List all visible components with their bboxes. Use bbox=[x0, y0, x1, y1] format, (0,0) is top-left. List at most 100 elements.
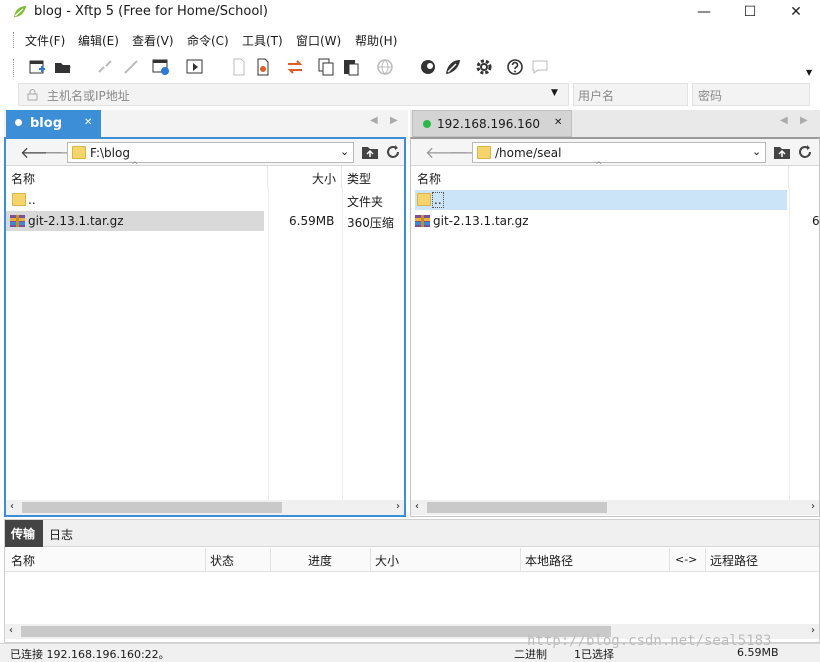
parent-folder-icon[interactable] bbox=[361, 144, 379, 160]
column-divider bbox=[268, 188, 269, 503]
column-direction-header[interactable]: <-> bbox=[675, 553, 697, 566]
host-address-field[interactable]: 主机名或IP地址 ▼ bbox=[18, 83, 569, 106]
horizontal-scrollbar[interactable]: ‹ › bbox=[411, 500, 819, 515]
tab-prev-icon[interactable]: ◀ bbox=[780, 115, 788, 126]
horizontal-scrollbar[interactable]: ‹ › bbox=[6, 500, 404, 515]
tab-remote[interactable]: 192.168.196.160 ✕ bbox=[412, 110, 572, 137]
column-name-header[interactable]: 名称 ^ bbox=[411, 161, 789, 188]
scrollbar-thumb[interactable] bbox=[21, 626, 611, 637]
tab-prev-icon[interactable]: ◀ bbox=[370, 115, 378, 126]
disconnect-icon[interactable] bbox=[95, 57, 115, 77]
paste-icon[interactable] bbox=[341, 57, 361, 77]
remote-path-text: /home/seal bbox=[495, 146, 562, 160]
toolbar-overflow-icon[interactable]: ▼ bbox=[806, 68, 812, 77]
help-icon[interactable] bbox=[505, 57, 525, 77]
file-name: .. bbox=[28, 193, 36, 207]
tab-next-icon[interactable]: ▶ bbox=[390, 115, 398, 126]
column-divider bbox=[342, 188, 343, 503]
file-type: 360压缩 bbox=[347, 216, 394, 230]
host-dropdown-icon[interactable]: ▼ bbox=[551, 88, 558, 98]
scroll-left-icon[interactable]: ‹ bbox=[10, 501, 14, 512]
local-path-input[interactable]: F:\blog ⌄ bbox=[67, 142, 354, 163]
tab-transfer[interactable]: 传输 bbox=[5, 520, 43, 547]
scroll-right-icon[interactable]: › bbox=[396, 501, 400, 512]
tab-label: 192.168.196.160 bbox=[437, 117, 541, 131]
new-file-red-icon[interactable] bbox=[253, 57, 273, 77]
local-path-text: F:\blog bbox=[90, 146, 130, 160]
open-folder-icon[interactable] bbox=[53, 57, 73, 77]
tab-blog[interactable]: blog ✕ bbox=[6, 110, 101, 137]
globe-icon[interactable] bbox=[375, 57, 395, 77]
column-label: 大小 bbox=[311, 172, 336, 186]
remote-path-input[interactable]: /home/seal ⌄ bbox=[472, 142, 766, 163]
minimize-button[interactable]: — bbox=[681, 0, 727, 25]
tab-close-icon[interactable]: ✕ bbox=[84, 117, 92, 128]
lock-icon bbox=[27, 89, 38, 101]
scroll-right-icon[interactable]: › bbox=[811, 501, 815, 512]
column-divider bbox=[520, 548, 521, 572]
refresh-icon[interactable] bbox=[796, 144, 814, 161]
menu-help[interactable]: 帮助(H) bbox=[355, 32, 397, 49]
menu-edit[interactable]: 编辑(E) bbox=[78, 32, 119, 49]
scrollbar-thumb[interactable] bbox=[22, 502, 282, 513]
column-label: 名称 bbox=[11, 172, 36, 186]
path-dropdown-icon[interactable]: ⌄ bbox=[752, 145, 761, 158]
menu-grip bbox=[13, 32, 15, 48]
column-label: 名称 bbox=[417, 172, 442, 186]
menu-command[interactable]: 命令(C) bbox=[187, 32, 229, 49]
table-row[interactable]: .. bbox=[411, 190, 789, 210]
table-row[interactable]: git-2.13.1.tar.gz bbox=[411, 211, 789, 231]
transfer-tab-strip: 传输 日志 bbox=[5, 520, 819, 547]
xftp-icon[interactable] bbox=[443, 57, 463, 77]
new-session-icon[interactable] bbox=[27, 57, 47, 77]
column-divider bbox=[205, 548, 206, 572]
xshell-icon[interactable] bbox=[418, 57, 438, 77]
copy-icon[interactable] bbox=[316, 57, 336, 77]
scroll-left-icon[interactable]: ‹ bbox=[415, 501, 419, 512]
tab-close-icon[interactable]: ✕ bbox=[554, 117, 562, 128]
chat-icon[interactable] bbox=[530, 57, 550, 77]
password-field[interactable]: 密码 bbox=[692, 83, 810, 106]
maximize-button[interactable]: ☐ bbox=[727, 0, 773, 25]
file-size-clipped: 6 bbox=[812, 214, 820, 228]
parent-folder-icon[interactable] bbox=[773, 144, 791, 160]
settings-icon[interactable] bbox=[474, 57, 494, 77]
transfer-icon[interactable] bbox=[285, 57, 305, 77]
connected-status-dot bbox=[423, 120, 431, 128]
tab-log[interactable]: 日志 bbox=[49, 526, 73, 543]
scrollbar-thumb[interactable] bbox=[427, 502, 607, 513]
column-type-header[interactable]: 类型 bbox=[342, 166, 406, 188]
column-label: 类型 bbox=[347, 172, 372, 186]
column-progress-header[interactable]: 进度 bbox=[308, 552, 332, 569]
watermark-text: http://blog.csdn.net/seal5183 bbox=[527, 633, 772, 649]
file-name: .. bbox=[432, 192, 444, 208]
new-file-icon[interactable] bbox=[229, 57, 249, 77]
column-size-header[interactable]: 大小 bbox=[268, 166, 342, 188]
path-dropdown-icon[interactable]: ⌄ bbox=[340, 145, 349, 158]
session-properties-icon[interactable] bbox=[151, 57, 171, 77]
column-name-header[interactable]: 名称 bbox=[11, 552, 35, 569]
tab-next-icon[interactable]: ▶ bbox=[800, 115, 808, 126]
column-size-header[interactable]: 大小 bbox=[375, 552, 399, 569]
column-name-header[interactable]: 名称 ^ bbox=[6, 161, 268, 188]
menu-tools[interactable]: 工具(T) bbox=[242, 32, 283, 49]
window-title: blog - Xftp 5 (Free for Home/School) bbox=[34, 4, 268, 19]
menu-file[interactable]: 文件(F) bbox=[25, 32, 65, 49]
run-icon[interactable] bbox=[185, 57, 205, 77]
column-local-path-header[interactable]: 本地路径 bbox=[525, 552, 573, 569]
close-button[interactable]: ✕ bbox=[773, 0, 819, 25]
table-row[interactable]: git-2.13.1.tar.gz 6.59MB 360压缩 bbox=[6, 211, 404, 231]
column-remote-path-header[interactable]: 远程路径 bbox=[710, 552, 758, 569]
column-divider bbox=[705, 548, 706, 572]
refresh-icon[interactable] bbox=[384, 144, 402, 161]
local-status-dot bbox=[15, 119, 22, 126]
reconnect-icon[interactable] bbox=[121, 57, 141, 77]
table-row[interactable]: .. 文件夹 bbox=[6, 190, 404, 210]
scroll-left-icon[interactable]: ‹ bbox=[9, 625, 13, 636]
username-field[interactable]: 用户名 bbox=[573, 83, 688, 106]
column-status-header[interactable]: 状态 bbox=[210, 552, 234, 569]
menu-window[interactable]: 窗口(W) bbox=[296, 32, 341, 49]
username-placeholder: 用户名 bbox=[578, 89, 615, 103]
scroll-right-icon[interactable]: › bbox=[811, 625, 815, 636]
menu-view[interactable]: 查看(V) bbox=[132, 32, 174, 49]
